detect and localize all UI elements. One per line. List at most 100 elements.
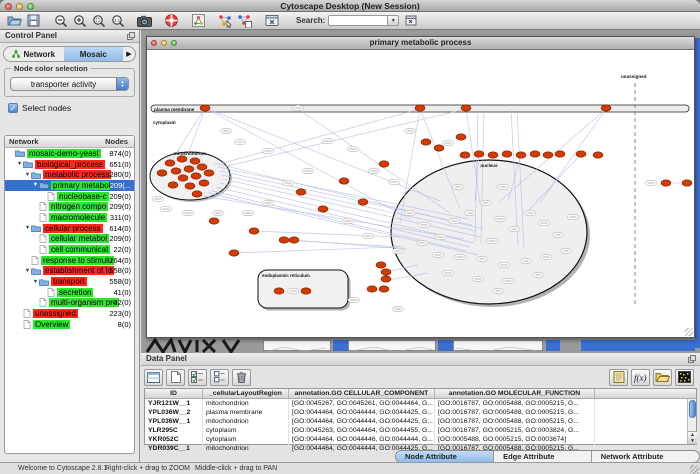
tree-row[interactable]: response to stimulu264(0) <box>5 255 134 266</box>
delete-attribute-icon[interactable] <box>232 369 251 386</box>
zoom-selected-icon[interactable] <box>90 13 107 28</box>
float-panel-icon[interactable] <box>688 355 696 363</box>
tree-row-count: 209(0) <box>109 234 131 243</box>
tree-row[interactable]: macromolecule311(0) <box>5 212 134 223</box>
node-color-combobox[interactable]: transporter activity ▲▼ <box>10 77 129 91</box>
tree-row-count: 42(0) <box>113 298 131 307</box>
tree-row-count: 223(0) <box>109 309 131 318</box>
node-color-selection-legend: Node color selection <box>11 64 91 73</box>
tab-node-attribute-browser[interactable]: Node Attribute Browser <box>396 451 494 462</box>
attribute-table-icon[interactable] <box>144 369 163 386</box>
expander-icon[interactable]: ▼ <box>32 182 39 188</box>
snapshot-icon[interactable] <box>136 13 153 28</box>
table-cell: [GO:0016787, GO:0005488, GO:0005215, G..… <box>435 417 595 426</box>
network-overview-icon[interactable] <box>190 13 207 28</box>
expander-icon[interactable]: ▼ <box>24 172 31 178</box>
tree-row-label: secretion <box>57 288 93 297</box>
attribute-batch-icon[interactable] <box>609 369 628 386</box>
table-row[interactable]: YJR121W__1mitochondrion[GO:0045267, GO:0… <box>145 399 696 408</box>
tree-row[interactable]: secretion 41(0) <box>5 287 134 298</box>
help-icon[interactable] <box>163 13 180 28</box>
table-cell: plasma membrane <box>203 408 289 417</box>
tab-mosaic[interactable]: Mosaic <box>64 47 124 61</box>
background-window-edge <box>695 38 700 348</box>
matrix-icon[interactable] <box>675 369 694 386</box>
background-window-titlebar <box>438 340 453 351</box>
background-window-titlebar <box>546 340 560 351</box>
import-attributes-icon[interactable] <box>653 369 672 386</box>
control-panel-tabbar: Network Mosaic ▶ <box>3 46 136 62</box>
unselect-attributes-icon[interactable] <box>210 369 229 386</box>
plugin-manager-icon[interactable] <box>263 13 280 28</box>
tree-row[interactable]: mosaic-demo-yeast874(0) <box>5 148 134 159</box>
network-desktop: primary metabolic process plasma membran… <box>141 30 700 353</box>
search-input[interactable] <box>328 15 388 26</box>
apply-style-icon[interactable] <box>236 13 253 28</box>
titlebar: Cytoscape Desktop (New Session) <box>0 0 700 12</box>
tab-network[interactable]: Network <box>4 47 64 61</box>
table-cell: [GO:0044464, GO:0044446, GO:0044444, G..… <box>289 435 435 444</box>
folder-icon <box>31 267 41 275</box>
status-pan-hint: Middle-click + drag to PAN <box>195 465 277 472</box>
table-row[interactable]: YPL036W__1mitochondrion[GO:0044464, GO:0… <box>145 417 696 426</box>
open-file-icon[interactable] <box>6 13 23 28</box>
window-resize-grip[interactable] <box>685 328 693 336</box>
tab-network-attribute-browser[interactable]: Network Attribute Browser <box>592 451 699 462</box>
network-canvas[interactable]: plasma membranecytoplasmmitochondrionnuc… <box>148 51 693 336</box>
scrollbar-thumb[interactable] <box>689 400 696 418</box>
tree-row-label: mosaic-demo-yeast <box>27 149 101 158</box>
table-row[interactable]: YKR052Ccytoplasm[GO:0044464, GO:0044446,… <box>145 435 696 444</box>
network-view-window[interactable]: primary metabolic process plasma membran… <box>146 36 695 338</box>
column-header[interactable]: annotation.GO CELLULAR_COMPONENT <box>289 389 435 398</box>
network-view-titlebar: primary metabolic process <box>147 37 694 50</box>
tree-row[interactable]: ▼establishment of lo558(0) <box>5 266 134 277</box>
table-cell-filler <box>595 417 696 426</box>
app-resize-grip[interactable] <box>690 465 699 474</box>
expander-icon[interactable]: ▼ <box>24 225 31 231</box>
select-nodes-checkbox[interactable]: ✓ <box>8 103 18 113</box>
scrollbar-arrows[interactable]: ▲▼ <box>688 431 697 444</box>
apply-layout-icon[interactable] <box>217 13 234 28</box>
tree-row[interactable]: ▼transport558(0) <box>5 276 134 287</box>
expander-icon[interactable]: ▼ <box>32 279 39 285</box>
svg-text:mitochondrion: mitochondrion <box>174 151 206 156</box>
table-row[interactable]: YPL036W__2plasma membrane[GO:0044464, GO… <box>145 408 696 417</box>
table-scrollbar[interactable]: ▲▼ <box>687 399 696 445</box>
tree-row[interactable]: ▼biological_process651(0) <box>5 159 134 170</box>
tree-row[interactable]: cellular metabol209(0) <box>5 234 134 245</box>
svg-text:cytoplasm: cytoplasm <box>153 120 176 125</box>
column-header[interactable]: annotation.GO MOLECULAR_FUNCTION <box>435 389 595 398</box>
tree-row[interactable]: ▼cellular process614(0) <box>5 223 134 234</box>
tree-row-count: 558(0) <box>109 266 131 275</box>
tree-row[interactable]: nitrogen compo209(0) <box>5 201 134 212</box>
tree-row[interactable]: cell communicat22(0) <box>5 244 134 255</box>
table-row[interactable]: YLR295Ccytoplasm[GO:0045263, GO:0044464,… <box>145 426 696 435</box>
column-header[interactable]: _cellularLayoutRegion <box>203 389 289 398</box>
tree-row[interactable]: ▼primary metabol209(... <box>5 180 134 191</box>
tab-overflow-icon[interactable]: ▶ <box>123 47 135 61</box>
table-cell: [GO:0044464, GO:0044444, GO:0044425, G..… <box>289 417 435 426</box>
select-attributes-icon[interactable] <box>188 369 207 386</box>
tree-row[interactable]: Overview8(0) <box>5 319 134 330</box>
zoom-fit-icon[interactable]: 1:1 <box>109 13 126 28</box>
formula-icon[interactable]: f(x) <box>631 369 650 386</box>
network-tree-header: Network Nodes <box>5 136 134 148</box>
search-dropdown-button[interactable]: ▼ <box>388 15 399 26</box>
tree-row[interactable]: ▼metabolic process280(0) <box>5 169 134 180</box>
configure-search-icon[interactable] <box>403 13 420 28</box>
tab-edge-attribute-browser[interactable]: Edge Attribute Browser <box>494 451 592 462</box>
tree-row-count: 41(0) <box>113 288 131 297</box>
tree-row[interactable]: nucleobase-c209(0) <box>5 191 134 202</box>
new-attribute-icon[interactable] <box>166 369 185 386</box>
expander-icon[interactable]: ▼ <box>24 268 31 274</box>
tree-row[interactable]: unassigned223(0) <box>5 308 134 319</box>
data-panel-header: Data Panel <box>141 353 700 366</box>
file-icon <box>39 245 47 254</box>
zoom-out-icon[interactable] <box>52 13 69 28</box>
tree-row[interactable]: multi-organism pro42(0) <box>5 298 134 309</box>
float-panel-icon[interactable] <box>127 32 135 40</box>
expander-icon[interactable]: ▼ <box>16 161 23 167</box>
column-header[interactable]: ID <box>145 389 203 398</box>
save-session-icon[interactable] <box>25 13 42 28</box>
zoom-in-icon[interactable] <box>71 13 88 28</box>
